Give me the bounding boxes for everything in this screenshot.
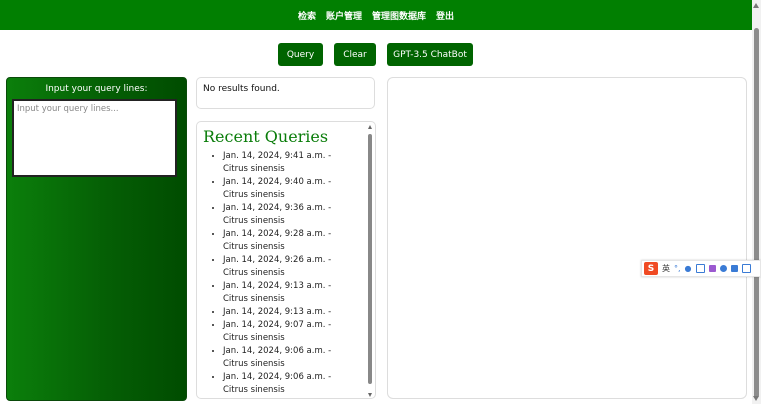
nav-item-search[interactable]: 检索 (298, 9, 316, 22)
punctuation-icon[interactable]: °, (674, 264, 681, 273)
menu-icon[interactable] (741, 264, 751, 273)
recent-query-item[interactable]: Jan. 14, 2024, 9:13 a.m. - (223, 306, 353, 319)
recent-query-item[interactable]: Jan. 14, 2024, 9:06 a.m. - Citrus sinens… (223, 345, 353, 371)
top-navbar: 检索 账户管理 管理图数据库 登出 (0, 0, 752, 30)
scroll-down-arrow-icon[interactable] (368, 393, 372, 397)
scroll-up-arrow-icon[interactable] (753, 3, 759, 8)
recent-queries-scrollbar[interactable] (367, 122, 374, 398)
nav-item-graph-database-management[interactable]: 管理图数据库 (372, 9, 426, 22)
recent-queries-title: Recent Queries (203, 127, 329, 146)
recent-query-item[interactable]: Jan. 14, 2024, 9:41 a.m. - Citrus sinens… (223, 150, 353, 176)
page-scrollbar-thumb[interactable] (754, 28, 759, 398)
results-message: No results found. (203, 84, 280, 94)
scroll-down-arrow-icon[interactable] (753, 396, 759, 401)
recent-query-item[interactable]: Jan. 14, 2024, 9:07 a.m. - Citrus sinens… (223, 319, 353, 345)
recent-query-item[interactable]: Jan. 14, 2024, 9:40 a.m. - Citrus sinens… (223, 176, 353, 202)
recent-queries-scrollbar-thumb[interactable] (368, 134, 372, 384)
skin-icon[interactable] (708, 265, 716, 272)
ime-toolbar[interactable]: S 英 °, ● (641, 260, 761, 277)
chatbot-button[interactable]: GPT-3.5 ChatBot (387, 43, 473, 66)
ime-mode-toggle[interactable]: 英 (662, 263, 670, 274)
page-scrollbar[interactable] (752, 0, 761, 404)
recent-queries-list: Jan. 14, 2024, 9:41 a.m. - Citrus sinens… (197, 150, 353, 397)
query-input[interactable] (12, 99, 177, 177)
recent-queries-panel: Recent Queries Jan. 14, 2024, 9:41 a.m. … (196, 121, 376, 399)
query-panel: Input your query lines: (6, 77, 187, 401)
recent-query-item[interactable]: Jan. 14, 2024, 9:26 a.m. - Citrus sinens… (223, 254, 353, 280)
query-button[interactable]: Query (278, 43, 323, 66)
nav-item-logout[interactable]: 登出 (436, 9, 454, 22)
ime-logo-icon[interactable]: S (644, 262, 658, 275)
recent-query-item[interactable]: Jan. 14, 2024, 9:06 a.m. - Citrus sinens… (223, 371, 353, 397)
recent-query-item[interactable]: Jan. 14, 2024, 9:28 a.m. - Citrus sinens… (223, 228, 353, 254)
scroll-up-arrow-icon[interactable] (368, 125, 372, 129)
recent-query-item[interactable]: Jan. 14, 2024, 9:36 a.m. - Citrus sinens… (223, 202, 353, 228)
results-box: No results found. (196, 77, 375, 109)
keyboard-icon[interactable] (695, 264, 705, 273)
emoji-icon[interactable] (719, 265, 727, 272)
recent-query-item[interactable]: Jan. 14, 2024, 9:13 a.m. - Citrus sinens… (223, 280, 353, 306)
clear-button[interactable]: Clear (334, 43, 376, 66)
toolbox-icon[interactable] (730, 265, 738, 272)
query-panel-title: Input your query lines: (45, 84, 148, 94)
nav-item-account-management[interactable]: 账户管理 (326, 9, 362, 22)
graph-display-panel (387, 77, 747, 399)
microphone-icon[interactable]: ● (685, 264, 692, 273)
